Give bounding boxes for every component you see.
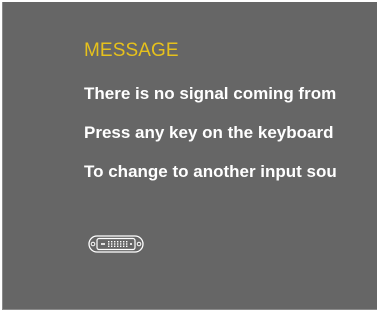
no-signal-text: There is no signal coming from xyxy=(84,84,337,103)
message-title: MESSAGE xyxy=(84,40,179,61)
change-input-text: To change to another input sou xyxy=(84,162,337,181)
dvi-connector-icon xyxy=(88,234,144,254)
press-key-text: Press any key on the keyboard xyxy=(84,123,334,142)
no-signal-osd-panel: MESSAGE There is no signal coming from P… xyxy=(2,2,377,310)
